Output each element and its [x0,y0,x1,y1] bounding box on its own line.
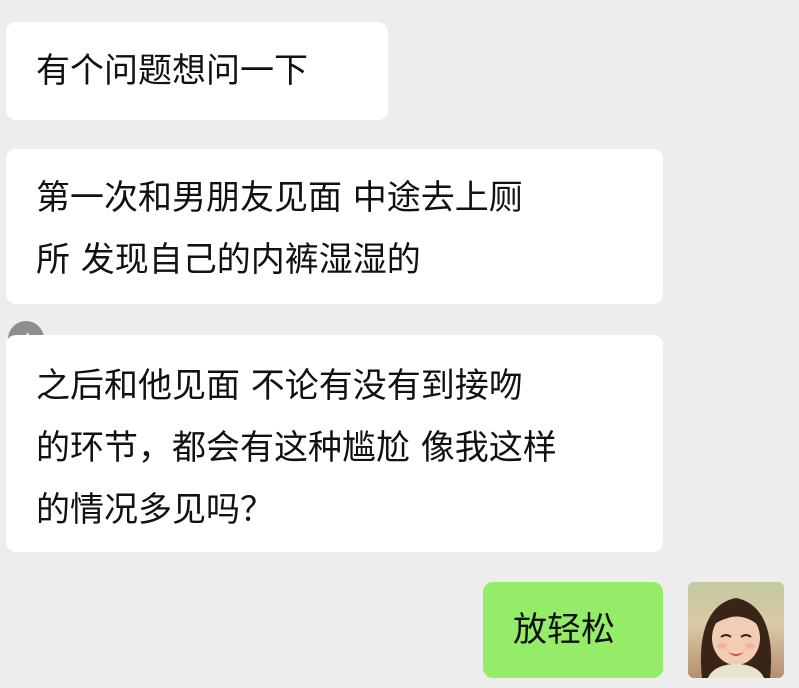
message-bubble-incoming[interactable]: 之后和他见面 不论有没有到接吻 的环节，都会有这种尴尬 像我这样 的情况多见吗？ [6,335,663,552]
avatar[interactable] [688,582,784,678]
message-text-line: 所 发现自己的内裤湿湿的 [36,240,421,280]
message-bubble-incoming[interactable]: 有个问题想问一下 [6,22,388,120]
message-bubble-incoming[interactable]: 第一次和男朋友见面 中途去上厕 所 发现自己的内裤湿湿的 [6,149,663,304]
message-text-line: 之后和他见面 不论有没有到接吻 [36,366,523,406]
message-text-line: 放轻松 [513,610,615,650]
message-bubble-outgoing[interactable]: 放轻松 [483,582,663,678]
message-text-line: 的环节，都会有这种尴尬 像我这样 [36,428,557,468]
message-text-line: 第一次和男朋友见面 中途去上厕 [36,178,523,218]
message-text-line: 有个问题想问一下 [36,51,308,91]
message-text-line: 的情况多见吗？ [36,490,274,530]
chat-window: 有个问题想问一下 第一次和男朋友见面 中途去上厕 所 发现自己的内裤湿湿的 之后… [0,0,799,688]
avatar-photo-icon [700,598,772,678]
